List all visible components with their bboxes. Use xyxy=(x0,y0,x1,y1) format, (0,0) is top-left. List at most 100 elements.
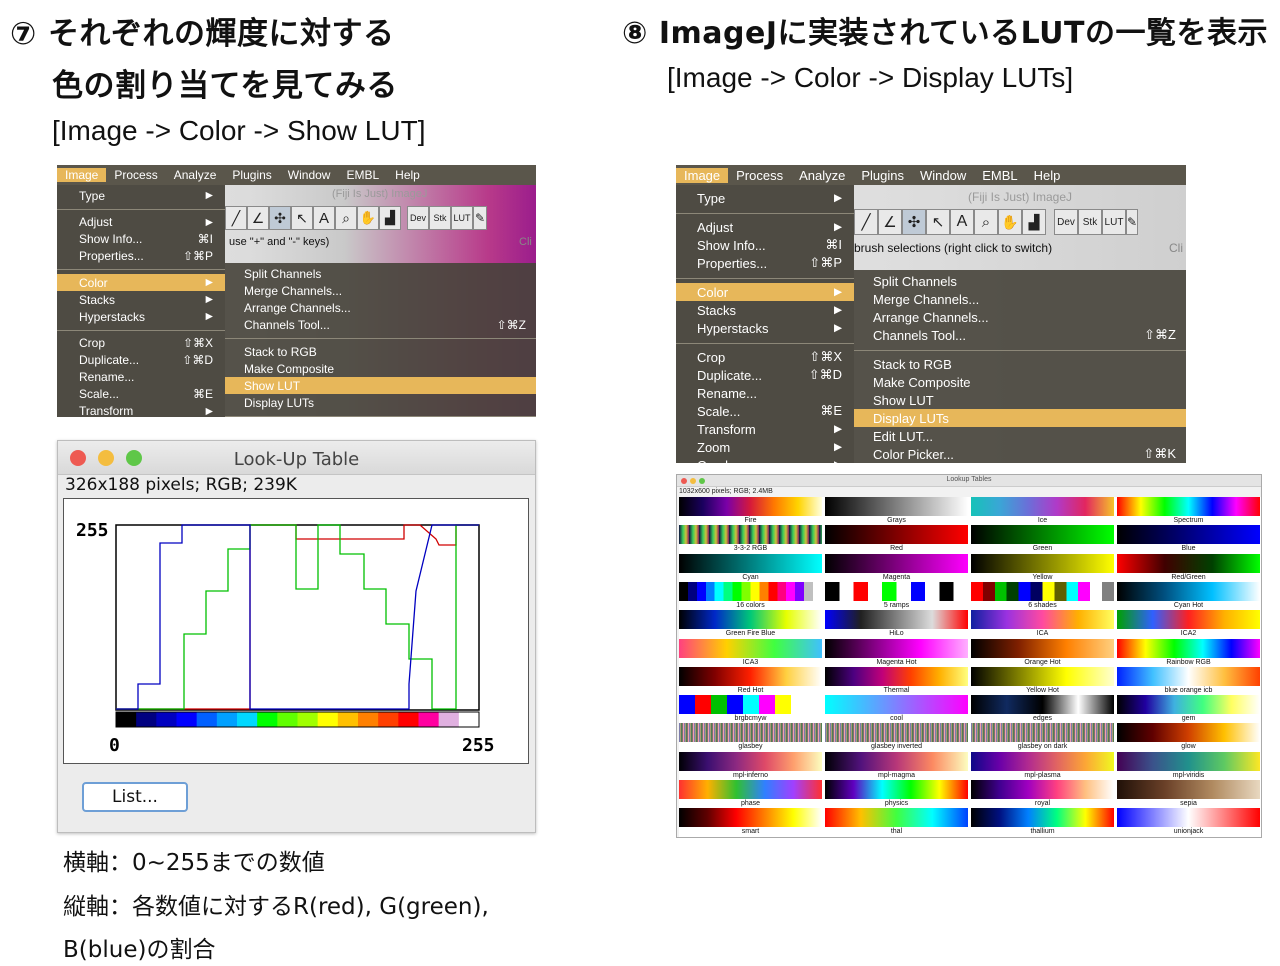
menu-item-stack-to-rgb[interactable]: Stack to RGB xyxy=(854,355,1186,373)
menu-item-hyperstacks[interactable]: Hyperstacks ▶ xyxy=(57,308,225,325)
angle-tool-icon[interactable]: ∠ xyxy=(878,209,902,235)
menu-item-display-luts[interactable]: Display LUTs xyxy=(225,394,536,411)
wand-tool-icon[interactable]: ↖ xyxy=(926,209,950,235)
color-bar-segment xyxy=(216,712,238,727)
menu-item-color-picker[interactable]: Color Picker... ⇧⌘K xyxy=(854,445,1186,463)
menu-item-merge-channels[interactable]: Merge Channels... xyxy=(854,290,1186,308)
menu-item-zoom[interactable]: Zoom ▶ xyxy=(676,438,854,456)
menu-item-color[interactable]: Color ▶ xyxy=(676,283,854,301)
menu-item-make-composite[interactable]: Make Composite xyxy=(225,360,536,377)
menu-item-hyperstacks[interactable]: Hyperstacks ▶ xyxy=(676,319,854,337)
menu-item-split-channels[interactable]: Split Channels xyxy=(225,265,536,282)
menu-item-merge-channels[interactable]: Merge Channels... xyxy=(225,282,536,299)
menu-analyze[interactable]: Analyze xyxy=(791,168,853,183)
menu-window[interactable]: Window xyxy=(280,168,339,182)
submenu-arrow-icon: ▶ xyxy=(834,287,842,298)
lut-cell: glasbey on dark xyxy=(971,723,1114,751)
menu-item-make-composite[interactable]: Make Composite xyxy=(854,373,1186,391)
submenu-arrow-icon: ▶ xyxy=(205,311,213,322)
menu-plugins[interactable]: Plugins xyxy=(853,168,912,183)
menu-item-show-lut[interactable]: Show LUT xyxy=(854,391,1186,409)
zoom-tool-icon[interactable]: ⌕ xyxy=(335,206,357,230)
menu-item-channels-tool[interactable]: Channels Tool... ⇧⌘Z xyxy=(854,326,1186,344)
lut-tool[interactable]: LUT xyxy=(1102,209,1126,235)
point-tool-icon[interactable]: ✣ xyxy=(269,206,291,230)
menu-item-stacks[interactable]: Stacks ▶ xyxy=(57,291,225,308)
menu-help[interactable]: Help xyxy=(387,168,428,182)
menu-item-stack-to-rgb[interactable]: Stack to RGB xyxy=(225,343,536,360)
menu-item-arrange-channels[interactable]: Arrange Channels... xyxy=(225,299,536,316)
menu-item-type[interactable]: Type ▶ xyxy=(57,187,225,204)
menu-process[interactable]: Process xyxy=(106,168,165,182)
angle-tool-icon[interactable]: ∠ xyxy=(247,206,269,230)
menu-item-duplicate[interactable]: Duplicate... ⇧⌘D xyxy=(57,352,225,369)
lut-name-label: smart xyxy=(741,828,760,836)
menu-item-split-channels[interactable]: Split Channels xyxy=(854,272,1186,290)
menu-item-overlay[interactable]: Overlay ▶ xyxy=(676,456,854,464)
lut-cell: ICA xyxy=(971,610,1114,638)
menu-item-adjust[interactable]: Adjust ▶ xyxy=(57,214,225,231)
menu-item-arrange-channels[interactable]: Arrange Channels... xyxy=(854,308,1186,326)
menu-image[interactable]: Image xyxy=(676,167,729,183)
zoom-tool-icon[interactable]: ⌕ xyxy=(974,209,998,235)
menu-embl[interactable]: EMBL xyxy=(338,168,387,182)
menu-item-stacks[interactable]: Stacks ▶ xyxy=(676,301,854,319)
color-bar-segment xyxy=(196,712,218,727)
menu-image[interactable]: Image xyxy=(57,168,107,182)
lut-gradient-bar xyxy=(825,497,968,516)
menu-analyze[interactable]: Analyze xyxy=(166,168,225,182)
menu-plugins[interactable]: Plugins xyxy=(224,168,279,182)
lut-name-label: ICA xyxy=(1036,630,1049,638)
point-tool-icon[interactable]: ✣ xyxy=(902,209,926,235)
menu-item-channels-tool[interactable]: Channels Tool... ⇧⌘Z xyxy=(225,316,536,333)
menu-item-crop[interactable]: Crop ⇧⌘X xyxy=(57,335,225,352)
dropper-tool-icon[interactable]: ▟ xyxy=(379,206,401,230)
menu-item-properties[interactable]: Properties... ⇧⌘P xyxy=(676,254,854,272)
menu-item-scale[interactable]: Scale... ⌘E xyxy=(57,386,225,403)
stk-tool[interactable]: Stk xyxy=(1078,209,1102,235)
lut-cell: mpl-magma xyxy=(825,751,968,780)
lut-cell: Thermal xyxy=(825,666,968,695)
hand-tool-icon[interactable]: ✋ xyxy=(998,209,1022,235)
menu-item-show-info[interactable]: Show Info... ⌘I xyxy=(57,231,225,248)
menu-process[interactable]: Process xyxy=(728,168,791,183)
menu-item-label: Transform xyxy=(697,421,756,437)
line-tool-icon[interactable]: ╱ xyxy=(225,206,247,230)
pencil-tool-icon[interactable]: ✎ xyxy=(1126,209,1138,235)
wand-tool-icon[interactable]: ↖ xyxy=(291,206,313,230)
pencil-tool-icon[interactable]: ✎ xyxy=(473,206,487,230)
menu-separator xyxy=(57,208,225,210)
dev-tool[interactable]: Dev xyxy=(407,206,429,230)
lut-name-label: cool xyxy=(890,715,903,723)
menu-item-scale[interactable]: Scale... ⌘E xyxy=(676,402,854,420)
image-info: 1032x600 pixels; RGB; 2.4MB xyxy=(679,488,773,495)
menu-item-rename[interactable]: Rename... xyxy=(57,369,225,386)
menu-item-edit-lut[interactable]: Edit LUT... xyxy=(854,427,1186,445)
menu-item-display-luts[interactable]: Display LUTs xyxy=(854,409,1186,427)
stk-tool[interactable]: Stk xyxy=(429,206,451,230)
list-button[interactable]: List... xyxy=(82,782,188,812)
text-tool-icon[interactable]: A xyxy=(313,206,335,230)
dropper-tool-icon[interactable]: ▟ xyxy=(1022,209,1046,235)
menu-item-show-info[interactable]: Show Info... ⌘I xyxy=(676,236,854,254)
lut-tool[interactable]: LUT xyxy=(451,206,473,230)
menu-item-adjust[interactable]: Adjust ▶ xyxy=(676,218,854,236)
menu-item-transform[interactable]: Transform ▶ xyxy=(57,403,225,417)
hand-tool-icon[interactable]: ✋ xyxy=(357,206,379,230)
menu-item-type[interactable]: Type ▶ xyxy=(676,189,854,207)
menu-item-crop[interactable]: Crop ⇧⌘X xyxy=(676,348,854,366)
lut-cell: thallium xyxy=(971,808,1114,836)
text-tool-icon[interactable]: A xyxy=(950,209,974,235)
line-tool-icon[interactable]: ╱ xyxy=(854,209,878,235)
menu-item-transform[interactable]: Transform ▶ xyxy=(676,420,854,438)
dev-tool[interactable]: Dev xyxy=(1054,209,1078,235)
menu-window[interactable]: Window xyxy=(912,168,974,183)
menu-help[interactable]: Help xyxy=(1026,168,1069,183)
lut-cell: Magenta xyxy=(825,553,968,582)
menu-item-rename[interactable]: Rename... xyxy=(676,384,854,402)
menu-embl[interactable]: EMBL xyxy=(974,168,1025,183)
menu-item-duplicate[interactable]: Duplicate... ⇧⌘D xyxy=(676,366,854,384)
menu-item-color[interactable]: Color ▶ xyxy=(57,274,225,291)
menu-item-properties[interactable]: Properties... ⇧⌘P xyxy=(57,248,225,265)
menu-item-show-lut[interactable]: Show LUT xyxy=(225,377,536,394)
